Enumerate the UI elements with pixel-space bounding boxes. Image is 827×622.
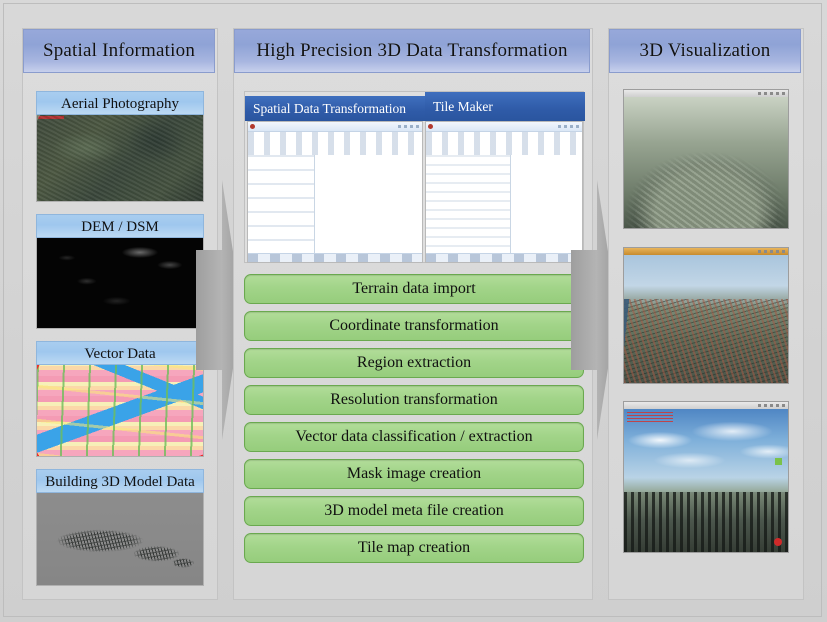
screenshot-ribbon-toolbar: [248, 132, 422, 157]
tile-maker-screenshot: [425, 121, 583, 263]
spatial-data-transformation-screenshot: [247, 121, 423, 263]
step-tile-map-creation[interactable]: Tile map creation: [244, 533, 584, 563]
column-header-high-precision-3d-data-transformation: High Precision 3D Data Transformation: [234, 29, 590, 73]
view-canvas-city-birdseye: [624, 255, 788, 383]
step-coordinate-transformation[interactable]: Coordinate transformation: [244, 311, 584, 341]
column-3d-visualization: 3D Visualization: [608, 28, 804, 600]
view-canvas-terrain: [624, 97, 788, 228]
terrain-3d-view[interactable]: [623, 89, 789, 229]
step-vector-data-classification-extraction[interactable]: Vector data classification / extraction: [244, 422, 584, 452]
screenshot-body: [248, 155, 422, 253]
step-3d-model-meta-file-creation[interactable]: 3D model meta file creation: [244, 496, 584, 526]
step-mask-image-creation[interactable]: Mask image creation: [244, 459, 584, 489]
card-building-3d-model-data[interactable]: Building 3D Model Data: [36, 469, 204, 586]
red-marker-icon: [774, 538, 782, 546]
city-skyline-buildings: [624, 491, 788, 552]
city-birdseye-3d-view[interactable]: [623, 247, 789, 384]
card-label-building-3d-model-data: Building 3D Model Data: [36, 469, 204, 493]
step-resolution-transformation[interactable]: Resolution transformation: [244, 385, 584, 415]
pipeline-diagram: Spatial Information Aerial Photography D…: [0, 0, 827, 622]
view-canvas-city-skyline: [624, 409, 788, 552]
card-aerial-photography[interactable]: Aerial Photography: [36, 91, 204, 202]
vector-data-thumbnail: [36, 365, 204, 457]
screenshot-body: [426, 155, 582, 253]
aerial-photo-thumbnail: [36, 115, 204, 202]
screenshot-statusbar: [248, 253, 422, 262]
card-dem-dsm[interactable]: DEM / DSM: [36, 214, 204, 329]
column-header-3d-visualization: 3D Visualization: [609, 29, 801, 73]
column-high-precision-3d-data-transformation: High Precision 3D Data Transformation Sp…: [233, 28, 593, 600]
tab-tile-maker[interactable]: Tile Maker: [425, 92, 585, 121]
screenshot-titlebar: [426, 122, 582, 132]
card-vector-data[interactable]: Vector Data: [36, 341, 204, 457]
screenshot-ribbon-toolbar: [426, 132, 582, 157]
step-terrain-data-import[interactable]: Terrain data import: [244, 274, 584, 304]
hud-text-overlay: [627, 412, 673, 424]
card-label-vector-data: Vector Data: [36, 341, 204, 365]
process-step-list: Terrain data import Coordinate transform…: [244, 274, 584, 570]
city-skyline-3d-view[interactable]: [623, 401, 789, 553]
sky-clouds: [624, 414, 788, 478]
column-spatial-information: Spatial Information Aerial Photography D…: [22, 28, 218, 600]
card-label-aerial-photography: Aerial Photography: [36, 91, 204, 115]
screenshot-titlebar: [248, 122, 422, 132]
screenshot-canvas-pane: [315, 155, 422, 253]
aerial-photo-marker: [38, 116, 64, 119]
screenshot-statusbar: [426, 253, 582, 262]
screenshot-tree-pane: [248, 155, 316, 253]
software-screenshot-block: Spatial Data Transformation Tile Maker: [244, 91, 585, 263]
column-header-spatial-information: Spatial Information: [23, 29, 215, 73]
step-region-extraction[interactable]: Region extraction: [244, 348, 584, 378]
screenshot-options-pane: [426, 155, 512, 253]
dem-dsm-thumbnail: [36, 238, 204, 329]
tab-spatial-data-transformation[interactable]: Spatial Data Transformation: [245, 96, 425, 121]
software-tab-bar: Spatial Data Transformation Tile Maker: [245, 92, 585, 121]
green-marker-icon: [775, 457, 782, 465]
building-3d-model-thumbnail: [36, 493, 204, 586]
card-label-dem-dsm: DEM / DSM: [36, 214, 204, 238]
